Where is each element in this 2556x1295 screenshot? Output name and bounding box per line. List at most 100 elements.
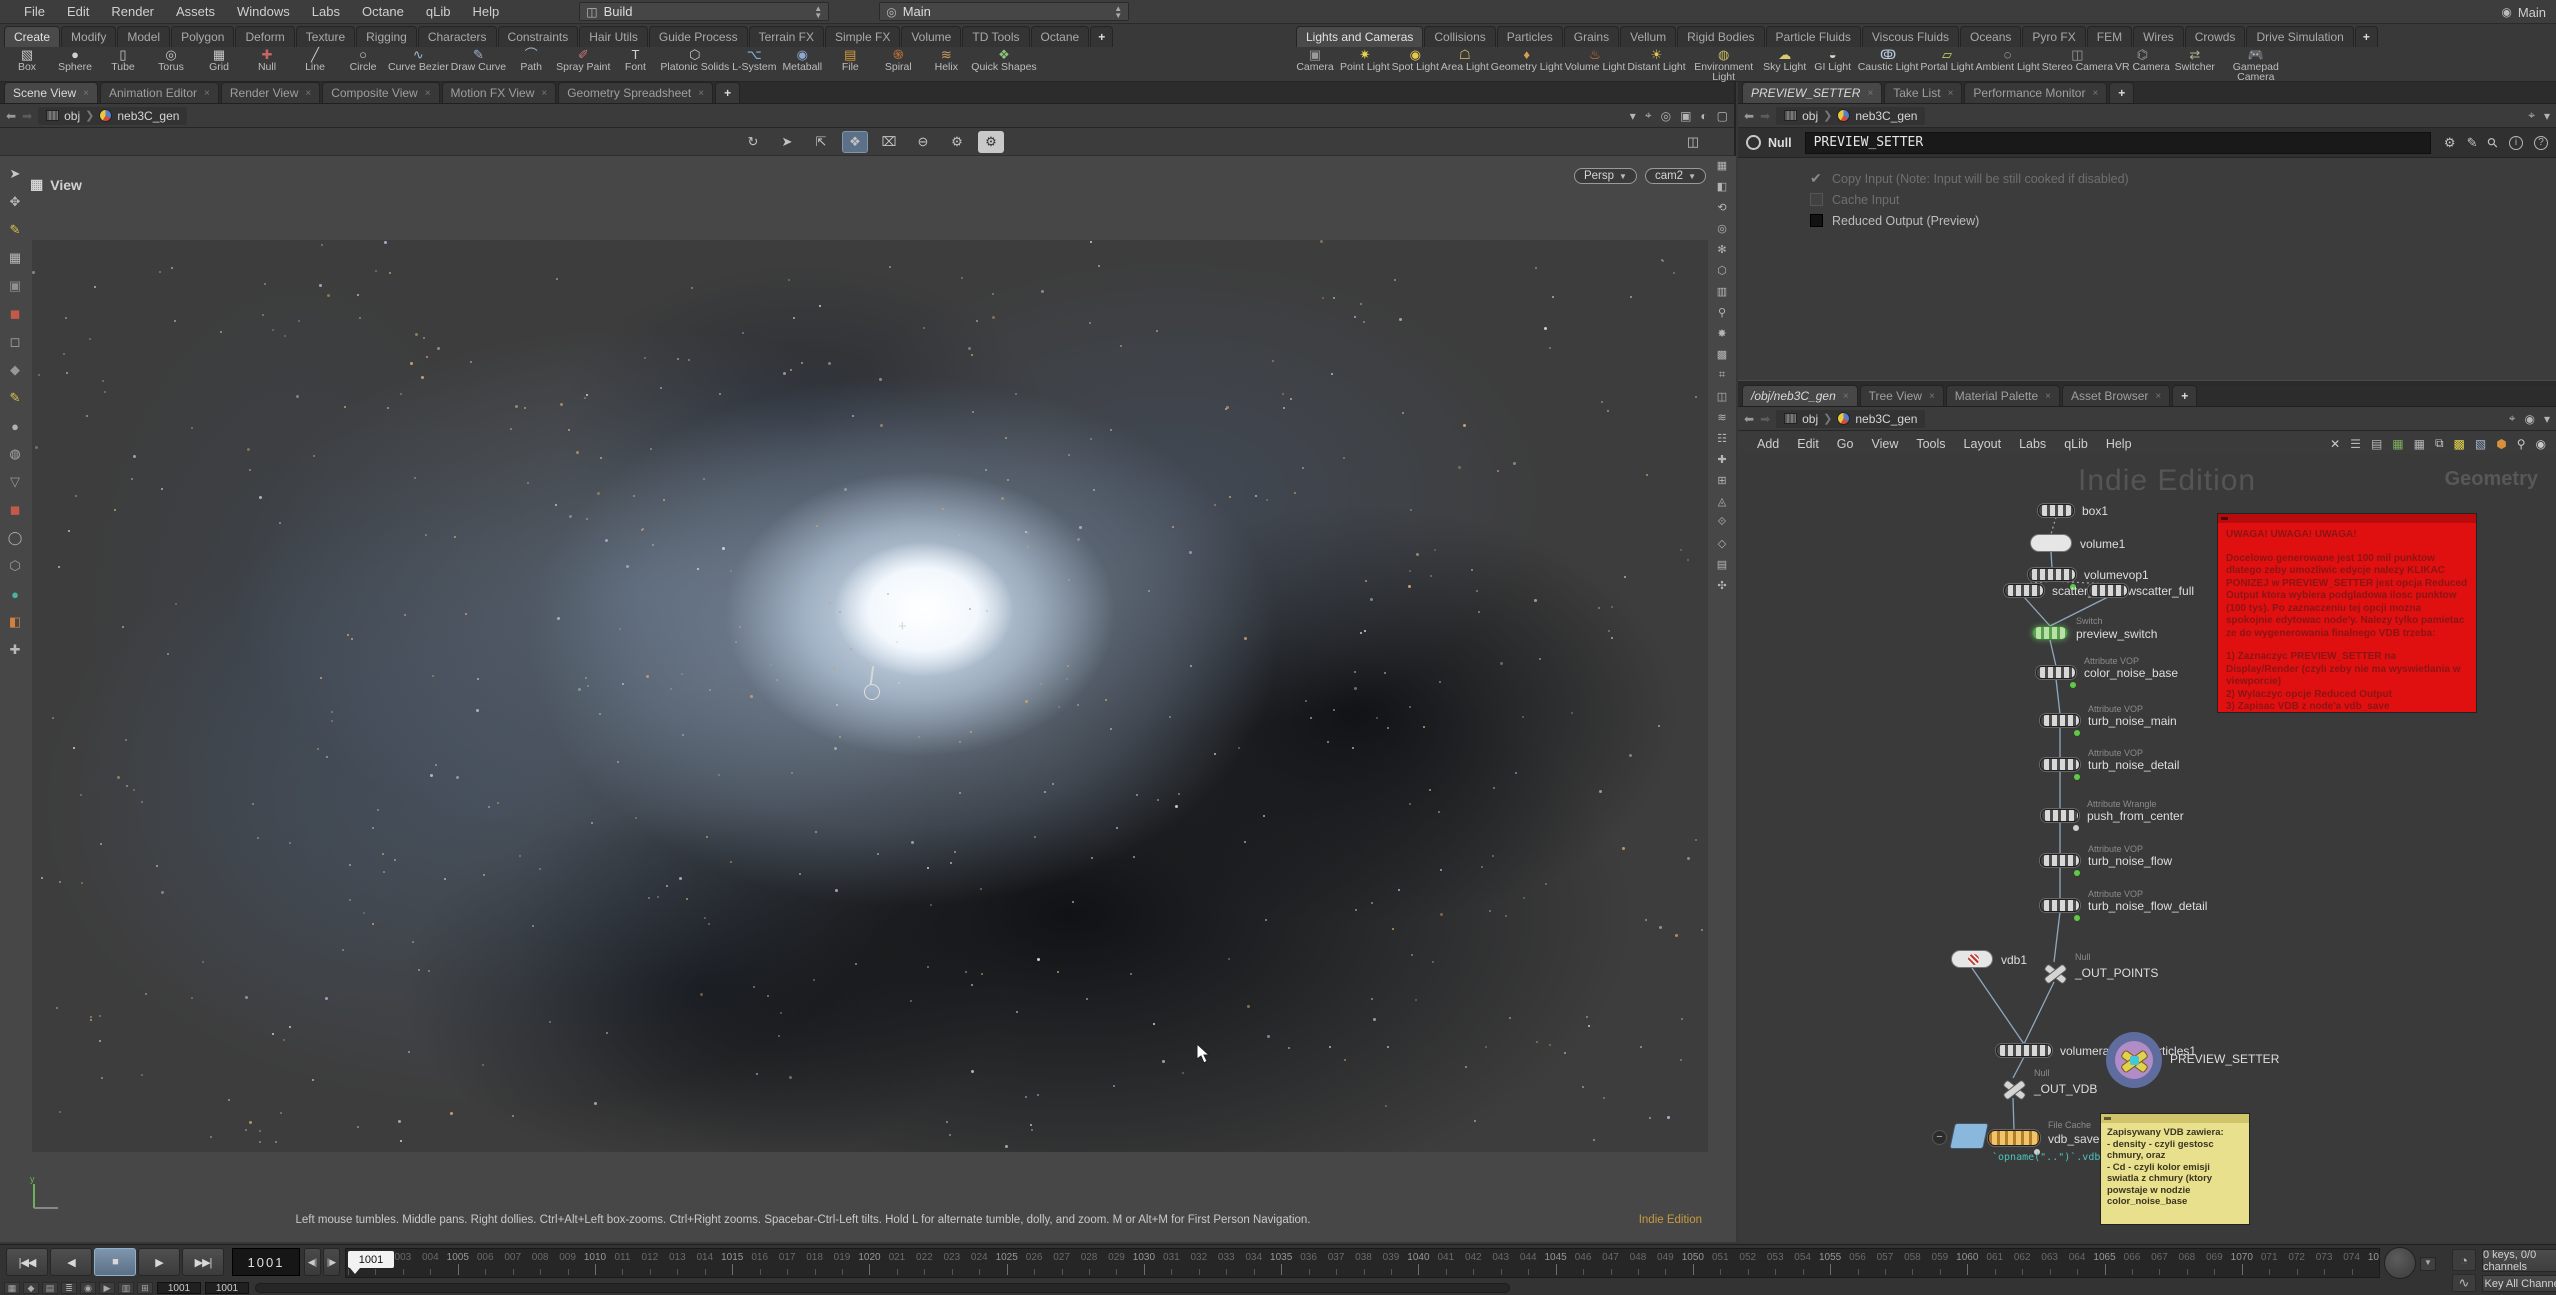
right-tool-icon-20[interactable]: ◇ [1712, 535, 1732, 552]
param-copy-input[interactable]: ✔Copy Input (Note: Input will be still c… [1810, 168, 2556, 189]
tab-preview-setter[interactable]: PREVIEW_SETTER× [1742, 82, 1882, 103]
collapse-minus-badge[interactable]: − [1932, 1130, 1947, 1145]
tool-path[interactable]: ⌒Path [508, 47, 554, 72]
playhead[interactable]: 1001 [348, 1251, 394, 1268]
right-tool-icon-21[interactable]: ▤ [1712, 556, 1732, 573]
shelf-tab-crowds[interactable]: Crowds [2185, 26, 2246, 47]
left-tool-icon-17[interactable]: ◧ [4, 612, 26, 632]
copy-boxes-icon[interactable]: ⧉ [2435, 436, 2444, 451]
right-tool-icon-11[interactable]: ▩ [1712, 346, 1732, 363]
right-tool-icon-18[interactable]: ◬ [1712, 493, 1732, 510]
right-tool-icon-4[interactable]: ⟲ [1712, 199, 1732, 216]
node-out-vdb[interactable] [2000, 1078, 2026, 1098]
shelf-tab-terrain-fx[interactable]: Terrain FX [749, 26, 824, 47]
shelf-tab-td-tools[interactable]: TD Tools [962, 26, 1029, 47]
left-tool-icon-18[interactable]: ✚ [4, 640, 26, 660]
tool-quick-shapes[interactable]: ❖Quick Shapes [971, 47, 1036, 72]
right-tool-icon-13[interactable]: ◫ [1712, 388, 1732, 405]
tab-scene-view[interactable]: Scene View× [4, 82, 98, 103]
info-icon[interactable]: i [2509, 136, 2523, 150]
net-menu-qlib[interactable]: qLib [2055, 435, 2097, 453]
cam2-selector[interactable]: cam2▼ [1645, 168, 1706, 184]
tool-gamepad-camera[interactable]: 🎮Gamepad Camera [2220, 47, 2292, 82]
tool-ambient-light[interactable]: ◌Ambient Light [1976, 47, 2040, 72]
left-tool-icon-5[interactable]: ▣ [4, 276, 26, 296]
playback-option-icon-6[interactable]: ▶ [99, 1282, 115, 1294]
realtime-toggle-icon[interactable]: ◔ [2452, 1249, 2476, 1271]
play-reverse-button[interactable]: ◀ [50, 1248, 92, 1276]
forward-icon[interactable]: ➡ [1760, 412, 1770, 426]
right-tool-icon-10[interactable]: ✸ [1712, 325, 1732, 342]
node-name-field[interactable]: PREVIEW_SETTER [1805, 132, 2431, 154]
right-tool-icon-14[interactable]: ≋ [1712, 409, 1732, 426]
select-objects-icon[interactable]: ❖ [842, 131, 868, 153]
right-tool-icon-15[interactable]: ☷ [1712, 430, 1732, 447]
tool-spiral[interactable]: ֍Spiral [875, 47, 921, 72]
node-box1[interactable] [2038, 504, 2074, 517]
menu-octane[interactable]: Octane [352, 2, 414, 21]
tool-box[interactable]: ▧Box [4, 47, 50, 72]
snapshot-icon[interactable]: ◉ [2536, 437, 2546, 451]
go-start-button[interactable]: |◀◀ [6, 1248, 48, 1276]
tool-sky-light[interactable]: ☁Sky Light [1762, 47, 1808, 72]
menu-edit[interactable]: Edit [57, 2, 99, 21]
display-options-icon[interactable]: ⚙ [978, 131, 1004, 153]
dropdown-icon[interactable]: ▾ [1630, 109, 1636, 123]
spinner-icon[interactable]: ▲▼ [1114, 5, 1122, 19]
tool-line[interactable]: ╱Line [292, 47, 338, 72]
shelf-tab-particle-fluids[interactable]: Particle Fluids [1766, 26, 1861, 47]
tab-take-list[interactable]: Take List× [1884, 82, 1962, 103]
menu-assets[interactable]: Assets [166, 2, 225, 21]
range-slider[interactable] [255, 1283, 1510, 1293]
shelf-tab-volume[interactable]: Volume [901, 26, 961, 47]
tool-circle[interactable]: ○Circle [340, 47, 386, 72]
net-menu-layout[interactable]: Layout [1955, 435, 2011, 453]
tab-animation-editor[interactable]: Animation Editor× [100, 82, 219, 103]
tab-add[interactable]: + [715, 82, 740, 103]
close-icon[interactable]: × [1867, 88, 1873, 99]
node-vdb-save[interactable] [1988, 1130, 2040, 1146]
pin-icon[interactable]: ⌖ [2509, 411, 2516, 426]
forward-icon[interactable]: ➡ [22, 109, 32, 123]
net-menu-help[interactable]: Help [2097, 435, 2141, 453]
net-menu-add[interactable]: Add [1748, 435, 1788, 453]
shelf-tab-deform[interactable]: Deform [235, 26, 294, 47]
step-forward-button[interactable]: |▶ [323, 1248, 340, 1276]
shelf-tab-model[interactable]: Model [117, 26, 170, 47]
shade-mode-icon[interactable]: ◐ [1700, 109, 1707, 123]
left-tool-icon-16[interactable]: ● [4, 584, 26, 604]
tool-area-light[interactable]: ☖Area Light [1441, 47, 1489, 72]
shelf-tab-drive-simulation[interactable]: Drive Simulation [2246, 26, 2353, 47]
node-volumerasterizeparticles1[interactable] [1996, 1044, 2052, 1057]
shelf-tab-hair-utils[interactable]: Hair Utils [579, 26, 648, 47]
left-tool-icon-7[interactable]: ◻ [4, 332, 26, 352]
tab-material-palette[interactable]: Material Palette× [1946, 385, 2060, 406]
menu-labs[interactable]: Labs [302, 2, 350, 21]
tool-camera[interactable]: ▣Camera [1292, 47, 1338, 72]
tool-sphere[interactable]: ●Sphere [52, 47, 98, 72]
cube-display-icon[interactable]: ▣ [1680, 109, 1691, 123]
view-tool-icon[interactable]: ↻ [740, 131, 766, 153]
left-tool-icon-13[interactable]: ◼ [4, 500, 26, 520]
left-tool-icon-6[interactable]: ◼ [4, 304, 26, 324]
node-push-from-center[interactable] [2041, 809, 2079, 822]
node-turb-noise-flow[interactable] [2040, 854, 2080, 867]
node-vdb1[interactable] [1951, 950, 1993, 968]
close-icon[interactable]: × [425, 88, 431, 99]
node-scatter-preview[interactable] [2004, 584, 2044, 597]
left-tool-icon-11[interactable]: ◍ [4, 444, 26, 464]
tool-platonic-solids[interactable]: ⬡Platonic Solids [660, 47, 729, 72]
playback-option-icon-5[interactable]: ◉ [80, 1282, 96, 1294]
tool-environment-light[interactable]: ◍Environment Light [1688, 47, 1760, 82]
snapshot-frame-icon[interactable]: ▢ [1717, 109, 1728, 123]
playback-option-icon-8[interactable]: ⊞ [137, 1282, 153, 1294]
shelf-tab-add[interactable]: + [1090, 26, 1113, 47]
pin-icon[interactable]: ⌖ [1645, 108, 1652, 123]
network-editor-canvas[interactable]: Indie Edition Geometry box1volume1volume… [1738, 454, 2556, 1242]
image-plus-icon[interactable]: ▧ [2475, 437, 2486, 451]
grid-color-icon[interactable]: ▦ [2392, 437, 2403, 451]
tool-spot-light[interactable]: ◉Spot Light [1392, 47, 1439, 72]
tool-null[interactable]: ✚Null [244, 47, 290, 72]
minimize-icon[interactable] [2104, 1117, 2111, 1120]
tool-grid[interactable]: ▦Grid [196, 47, 242, 72]
